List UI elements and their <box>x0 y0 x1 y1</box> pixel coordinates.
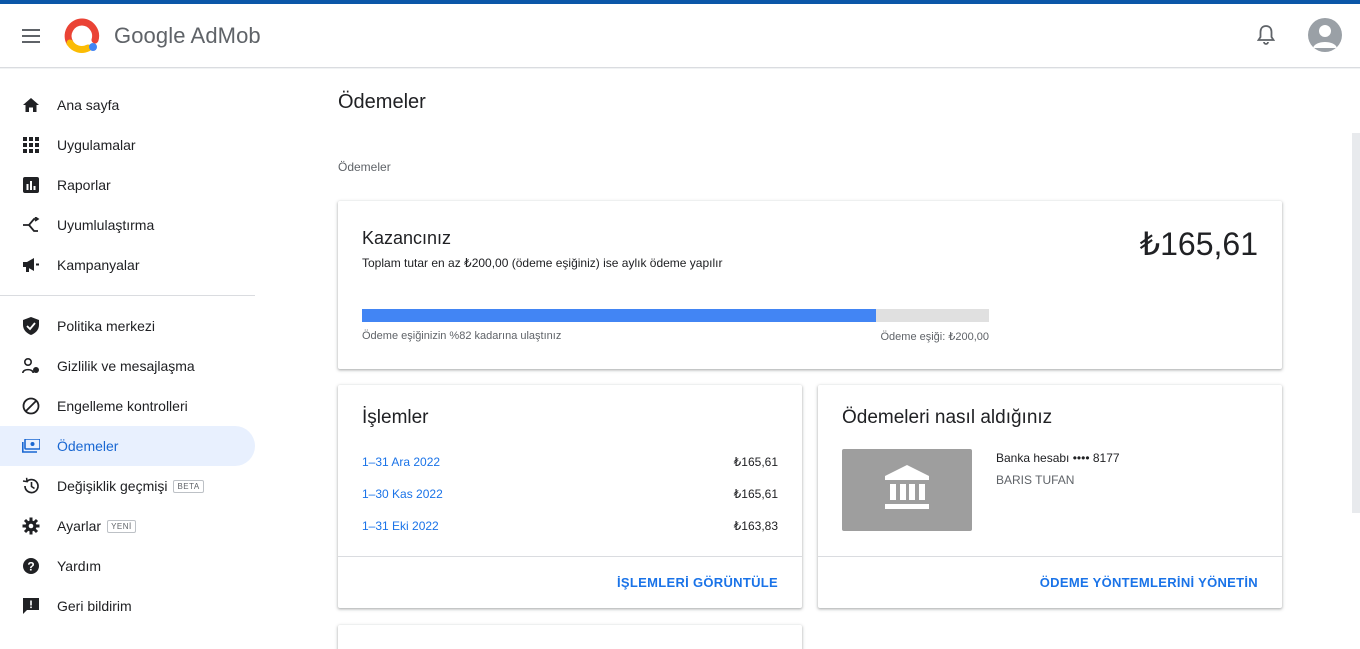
feedback-icon <box>21 596 41 616</box>
bank-building-icon <box>885 464 929 516</box>
svg-text:?: ? <box>27 560 34 574</box>
scrollbar[interactable] <box>1352 133 1360 513</box>
table-row: 1–31 Eki 2022 ₺163,83 <box>362 519 778 539</box>
sidebar-item-help[interactable]: ? Yardım <box>0 546 255 586</box>
transaction-amount: ₺165,61 <box>733 455 778 469</box>
apps-grid-icon <box>21 135 41 155</box>
sidebar-nav: Ana sayfa Uygulamalar Raporlar Uyumlulaş… <box>0 69 270 649</box>
page-title: Ödemeler <box>338 91 426 113</box>
earnings-title: Kazancınız <box>362 228 452 248</box>
partial-card <box>338 625 802 649</box>
earnings-subtitle: Toplam tutar en az ₺200,00 (ödeme eşiğin… <box>362 256 723 270</box>
transaction-period-link[interactable]: 1–30 Kas 2022 <box>362 487 443 507</box>
block-icon <box>21 396 41 416</box>
transactions-card: İşlemler 1–31 Ara 2022 ₺165,61 1–30 Kas … <box>338 385 802 608</box>
sidebar-item-blocking-controls[interactable]: Engelleme kontrolleri <box>0 386 255 426</box>
menu-icon[interactable] <box>20 25 42 47</box>
sidebar-item-policy-center[interactable]: Politika merkezi <box>0 306 255 346</box>
sidebar-item-label: Yardım <box>57 558 102 574</box>
sidebar-item-home[interactable]: Ana sayfa <box>0 85 255 125</box>
reports-chart-icon <box>21 175 41 195</box>
privacy-person-icon <box>21 356 41 376</box>
card-divider <box>818 556 1282 557</box>
bank-account-holder: BARIS TUFAN <box>996 473 1075 487</box>
sidebar-item-label: Politika merkezi <box>57 318 156 334</box>
earnings-amount: ₺165,61 <box>1139 226 1258 262</box>
sidebar-item-campaigns[interactable]: Kampanyalar <box>0 245 255 285</box>
sidebar-item-feedback[interactable]: Geri bildirim <box>0 586 255 626</box>
view-transactions-button[interactable]: İŞLEMLERİ GÖRÜNTÜLE <box>617 575 778 590</box>
notifications-bell-icon[interactable] <box>1254 23 1278 47</box>
sidebar-item-mediation[interactable]: Uyumlulaştırma <box>0 205 255 245</box>
manage-payment-methods-button[interactable]: ÖDEME YÖNTEMLERİNİ YÖNETİN <box>1040 575 1258 590</box>
mediation-merge-icon <box>21 215 41 235</box>
earnings-card: Kazancınız Toplam tutar en az ₺200,00 (ö… <box>338 201 1282 369</box>
sidebar-item-label: Gizlilik ve mesajlaşma <box>57 358 195 374</box>
payment-method-title: Ödemeleri nasıl aldığınız <box>842 407 1053 428</box>
sidebar-item-payments[interactable]: Ödemeler <box>0 426 255 466</box>
threshold-progress-fill <box>362 309 877 322</box>
bank-tile <box>842 449 972 531</box>
bank-account-number: Banka hesabı •••• 8177 <box>996 451 1120 465</box>
main-content: Ödemeler Ödemeler Kazancınız Toplam tuta… <box>270 69 1360 649</box>
sidebar-item-label: Geri bildirim <box>57 598 132 614</box>
home-icon <box>21 95 41 115</box>
sidebar-item-label: Ayarlar <box>57 518 102 534</box>
transaction-amount: ₺163,83 <box>733 519 778 533</box>
sidebar-divider <box>0 295 255 296</box>
sidebar-item-label: Uygulamalar <box>57 137 136 153</box>
sidebar-item-settings[interactable]: Ayarlar YENİ <box>0 506 255 546</box>
sidebar-item-label: Raporlar <box>57 177 111 193</box>
transactions-title: İşlemler <box>362 407 429 428</box>
sidebar-item-label: Ana sayfa <box>57 97 120 113</box>
admob-logo-icon[interactable] <box>64 18 100 54</box>
sidebar-item-reports[interactable]: Raporlar <box>0 165 255 205</box>
new-badge: YENİ <box>107 519 136 533</box>
beta-badge: BETA <box>173 479 204 493</box>
table-row: 1–31 Ara 2022 ₺165,61 <box>362 455 778 475</box>
breadcrumb: Ödemeler <box>338 160 391 174</box>
campaigns-megaphone-icon <box>21 255 41 275</box>
sidebar-item-label: Değişiklik geçmişi <box>57 478 168 494</box>
sidebar-item-label: Engelleme kontrolleri <box>57 398 188 414</box>
history-icon <box>21 476 41 496</box>
transaction-amount: ₺165,61 <box>733 487 778 501</box>
progress-label: Ödeme eşiğinizin %82 kadarına ulaştınız <box>362 330 562 342</box>
brand-name: Google AdMob <box>114 22 261 48</box>
sidebar-item-privacy-messaging[interactable]: Gizlilik ve mesajlaşma <box>0 346 255 386</box>
sidebar-item-label: Kampanyalar <box>57 257 140 273</box>
card-divider <box>338 556 802 557</box>
account-avatar[interactable] <box>1308 18 1342 52</box>
help-icon: ? <box>21 556 41 576</box>
transaction-period-link[interactable]: 1–31 Eki 2022 <box>362 519 439 539</box>
gear-icon <box>21 516 41 536</box>
sidebar-item-apps[interactable]: Uygulamalar <box>0 125 255 165</box>
sidebar-item-change-history[interactable]: Değişiklik geçmişi BETA <box>0 466 255 506</box>
sidebar-item-label: Uyumlulaştırma <box>57 217 155 233</box>
payments-cash-icon <box>21 436 41 456</box>
transaction-period-link[interactable]: 1–31 Ara 2022 <box>362 455 440 475</box>
threshold-label: Ödeme eşiği: ₺200,00 <box>880 331 989 343</box>
sidebar-item-label: Ödemeler <box>57 438 119 454</box>
payment-method-card: Ödemeleri nasıl aldığınız Banka hesabı •… <box>818 385 1282 608</box>
top-app-bar: Google AdMob <box>0 4 1360 68</box>
shield-check-icon <box>21 316 41 336</box>
threshold-progress-bar <box>362 309 989 322</box>
table-row: 1–30 Kas 2022 ₺165,61 <box>362 487 778 507</box>
